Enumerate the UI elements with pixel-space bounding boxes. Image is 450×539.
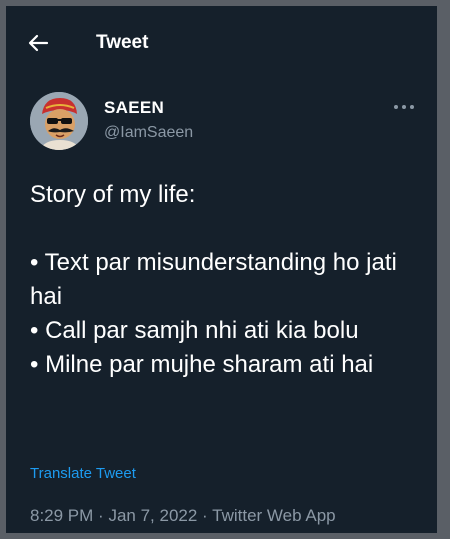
- meta-separator: ·: [98, 506, 104, 525]
- author-handle[interactable]: @IamSaeen: [104, 124, 193, 142]
- more-options-button[interactable]: [392, 100, 416, 114]
- tweet-metadata: 8:29 PM · Jan 7, 2022 · Twitter Web App: [30, 506, 336, 526]
- tweet-intro: Story of my life:: [30, 181, 196, 208]
- meta-separator: ·: [202, 506, 208, 525]
- tweet-source[interactable]: Twitter Web App: [212, 506, 335, 525]
- tweet-bullet: • Call par samjh nhi ati kia bolu: [30, 317, 359, 344]
- avatar[interactable]: [30, 92, 88, 150]
- author-display-name[interactable]: SAEEN: [104, 98, 164, 118]
- tweet-screen: Tweet SAEEN @IamSaeen Story of my life: …: [6, 6, 437, 533]
- tweet-bullet: • Text par misunderstanding ho jati hai: [30, 249, 397, 310]
- tweet-date[interactable]: Jan 7, 2022: [108, 506, 197, 525]
- more-dots-icon: [394, 105, 414, 109]
- page-title: Tweet: [96, 32, 149, 53]
- tweet-time[interactable]: 8:29 PM: [30, 506, 93, 525]
- tweet-text: Story of my life: • Text par misundersta…: [30, 178, 420, 382]
- header: Tweet: [6, 6, 437, 78]
- translate-tweet-link[interactable]: Translate Tweet: [30, 465, 136, 482]
- back-button[interactable]: [26, 30, 52, 56]
- avatar-cartoon-icon: [30, 92, 88, 150]
- tweet-bullet: • Milne par mujhe sharam ati hai: [30, 351, 374, 378]
- arrow-left-icon: [28, 34, 49, 52]
